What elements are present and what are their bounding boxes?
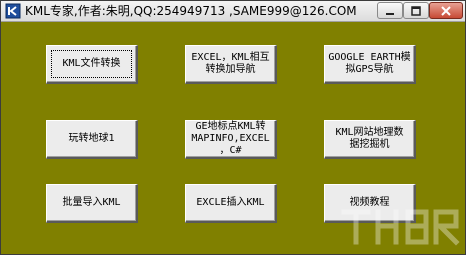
main-window: KML专家,作者:朱明,QQ:254949713 ,SAME999@126.CO… <box>0 0 466 255</box>
client-area: KML文件转换 EXCEL，KML相互 转换加导航 GOOGLE EARTH模 … <box>2 22 464 253</box>
kml-file-convert-label: KML文件转换 <box>62 58 121 69</box>
window-title: KML专家,作者:朱明,QQ:254949713 ,SAME999@126.CO… <box>25 4 357 18</box>
kml-geo-data-miner-label: KML网站地理数 据挖掘机 <box>335 127 404 150</box>
title-bar[interactable]: KML专家,作者:朱明,QQ:254949713 ,SAME999@126.CO… <box>1 1 465 22</box>
google-earth-gps-label: GOOGLE EARTH模 拟GPS导航 <box>328 52 411 75</box>
kml-app-icon <box>5 3 21 19</box>
watermark-logo <box>341 209 460 246</box>
kml-geo-data-miner-button[interactable]: KML网站地理数 据挖掘机 <box>324 120 416 159</box>
play-earth-button[interactable]: 玩转地球1 <box>46 120 138 159</box>
excel-insert-kml-button[interactable]: EXCLE插入KML <box>185 184 277 223</box>
close-icon <box>441 5 451 16</box>
maximize-button[interactable] <box>403 2 429 19</box>
ge-placemark-convert-button[interactable]: GE地标点KML转 MAPINFO,EXCEL ，C# <box>185 120 277 159</box>
ge-placemark-convert-label: GE地标点KML转 MAPINFO,EXCEL ，C# <box>191 121 270 156</box>
maximize-icon <box>411 5 421 16</box>
kml-file-convert-button[interactable]: KML文件转换 <box>46 45 138 84</box>
close-button[interactable] <box>429 2 463 19</box>
video-tutorial-label: 视频教程 <box>349 197 390 208</box>
minimize-icon <box>386 12 394 15</box>
google-earth-gps-button[interactable]: GOOGLE EARTH模 拟GPS导航 <box>324 45 416 84</box>
play-earth-label: 玩转地球1 <box>68 133 115 144</box>
excel-kml-convert-label: EXCEL，KML相互 转换加导航 <box>191 52 270 75</box>
excel-kml-convert-button[interactable]: EXCEL，KML相互 转换加导航 <box>185 45 277 84</box>
excel-insert-kml-label: EXCLE插入KML <box>196 197 265 208</box>
minimize-button[interactable] <box>377 2 403 19</box>
batch-import-kml-button[interactable]: 批量导入KML <box>46 184 138 223</box>
batch-import-kml-label: 批量导入KML <box>62 197 121 208</box>
